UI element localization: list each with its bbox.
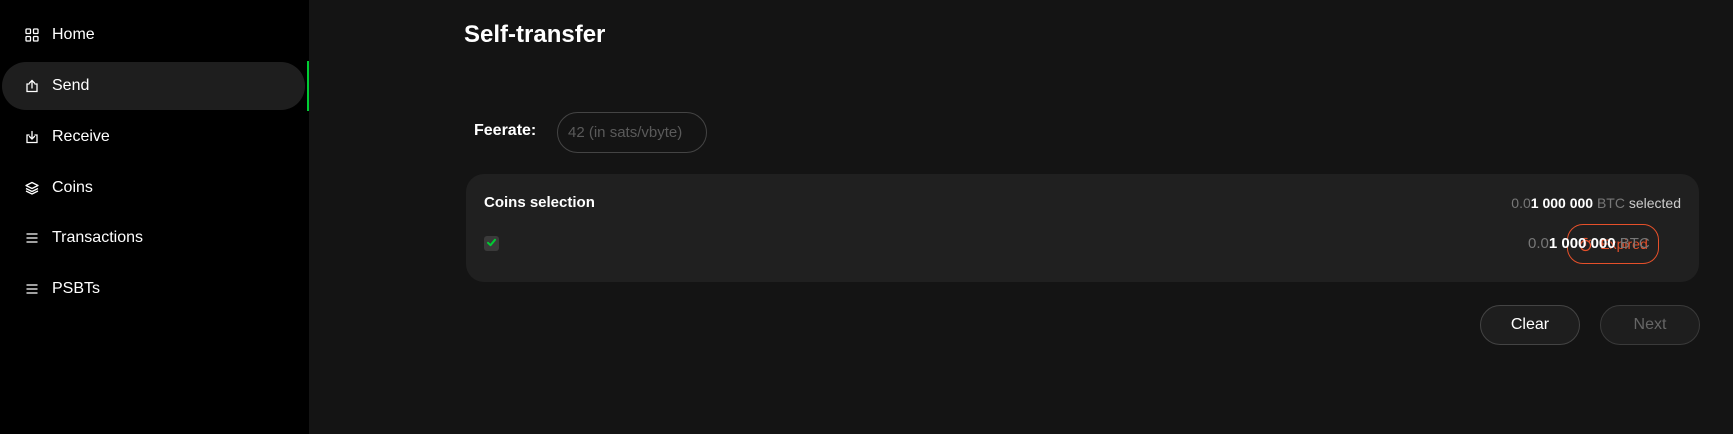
clear-button[interactable]: Clear: [1480, 305, 1580, 345]
app-window: Home Send Receive Coins Transactions PSB…: [0, 0, 1733, 434]
sidebar-item-label: Coins: [52, 179, 93, 196]
summary-amount-main: 1 000 000: [1530, 195, 1594, 211]
sidebar-item-home[interactable]: Home: [2, 11, 305, 59]
sidebar-item-label: Home: [52, 26, 95, 43]
coin-amount-main: 1 000 000: [1548, 235, 1616, 252]
checkmark-icon: [486, 235, 497, 253]
home-grid-icon: [24, 27, 40, 43]
sidebar-item-send[interactable]: Send: [2, 62, 305, 110]
summary-suffix: selected: [1628, 195, 1681, 211]
list-icon: [24, 230, 40, 246]
main-content: Self-transfer Feerate: Coins selection 0…: [309, 0, 1733, 434]
coins-layers-icon: [24, 180, 40, 196]
sidebar-item-receive[interactable]: Receive: [2, 113, 305, 161]
feerate-label: Feerate:: [474, 122, 537, 139]
coin-amount-prefix: 0.0: [1528, 235, 1549, 252]
sidebar-item-label: Send: [52, 77, 90, 94]
sidebar-item-transactions[interactable]: Transactions: [2, 214, 305, 262]
receive-icon: [24, 129, 40, 145]
sidebar-item-label: PSBTs: [52, 280, 101, 297]
summary-amount-prefix: 0.0: [1511, 195, 1531, 211]
sidebar: Home Send Receive Coins Transactions PSB…: [0, 0, 309, 434]
coin-checkbox[interactable]: [484, 236, 499, 251]
send-icon: [24, 78, 40, 94]
sidebar-item-label: Receive: [52, 128, 110, 145]
next-button[interactable]: Next: [1600, 305, 1700, 345]
sidebar-item-psbts[interactable]: PSBTs: [2, 265, 305, 313]
sidebar-item-coins[interactable]: Coins: [2, 164, 305, 212]
coins-selection-card: Coins selection 0.01 000 000 BTC selecte…: [466, 174, 1699, 282]
list-icon: [24, 281, 40, 297]
summary-unit: BTC: [1596, 195, 1625, 211]
page-title: Self-transfer: [464, 21, 606, 48]
sidebar-item-label: Transactions: [52, 229, 143, 246]
selected-amount-summary: 0.01 000 000 BTC selected: [1511, 195, 1681, 211]
coin-amount-unit: BTC: [1619, 235, 1650, 252]
coins-selection-title: Coins selection: [484, 194, 595, 211]
feerate-input[interactable]: [557, 112, 707, 153]
coin-amount: 0.01 000 000 BTC: [1528, 235, 1650, 252]
